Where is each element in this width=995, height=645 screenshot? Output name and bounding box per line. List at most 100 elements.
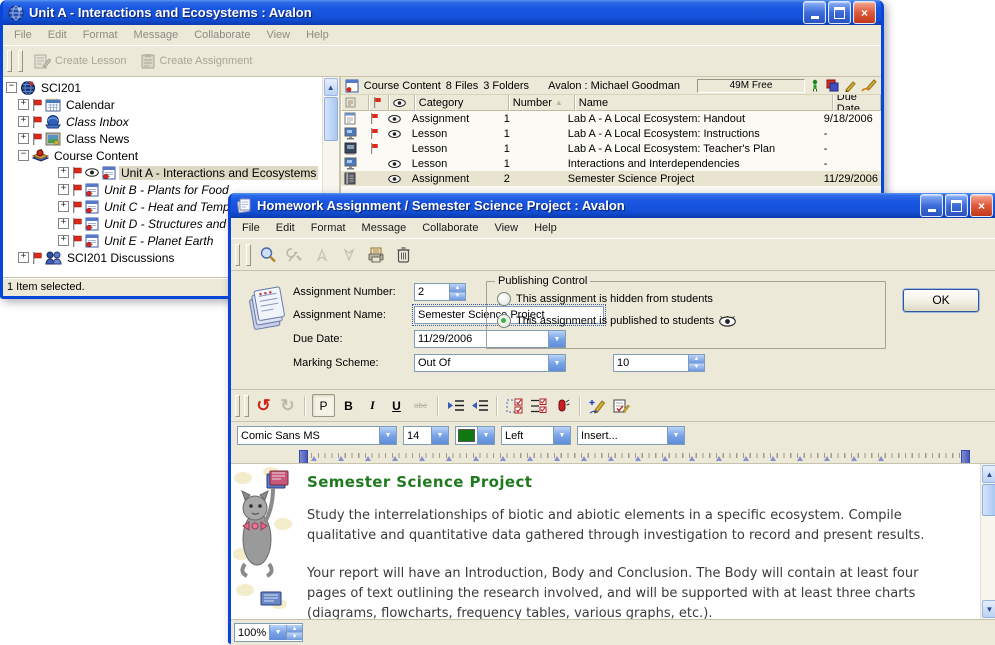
tools-button-disabled[interactable]: [284, 244, 306, 266]
next-button-disabled[interactable]: [338, 244, 360, 266]
signature-pen-icon[interactable]: [861, 79, 877, 92]
radio-hidden[interactable]: [497, 292, 511, 306]
toolbar-drag-handle[interactable]: [18, 50, 23, 72]
expand-icon[interactable]: +: [58, 235, 69, 246]
insert-dropdown[interactable]: Insert... ▼: [577, 426, 685, 445]
maximize-button[interactable]: [828, 1, 851, 24]
print-button[interactable]: [365, 244, 387, 266]
close-button[interactable]: ×: [853, 1, 876, 24]
expand-icon[interactable]: +: [58, 167, 69, 178]
font-family-dropdown[interactable]: Comic Sans MS ▼: [237, 426, 397, 445]
tree-item-calendar[interactable]: + Calendar: [3, 96, 322, 113]
file-row[interactable]: Assignment 1 Lab A - A Local Ecosystem: …: [341, 111, 881, 126]
create-assignment-button[interactable]: Create Assignment: [136, 51, 257, 71]
menu-message[interactable]: Message: [354, 220, 415, 236]
strikethrough-button-disabled[interactable]: abc: [410, 395, 431, 416]
font-color-dropdown[interactable]: ▼: [455, 426, 495, 445]
assignment-number-stepper[interactable]: 2 ▲▼: [414, 283, 466, 301]
search-button[interactable]: [257, 244, 279, 266]
ok-button[interactable]: OK: [903, 289, 979, 312]
column-published[interactable]: [389, 95, 415, 111]
menu-collaborate[interactable]: Collaborate: [414, 220, 486, 236]
menu-edit[interactable]: Edit: [40, 27, 75, 43]
menu-file[interactable]: File: [6, 27, 40, 43]
expand-icon[interactable]: +: [58, 201, 69, 212]
menu-view[interactable]: View: [258, 27, 298, 43]
column-category[interactable]: Category: [415, 95, 509, 111]
menu-view[interactable]: View: [486, 220, 526, 236]
marking-scheme-dropdown[interactable]: Out Of ▼: [414, 354, 566, 372]
expand-icon[interactable]: +: [18, 99, 29, 110]
zoom-stepper[interactable]: ▲▼: [286, 625, 302, 640]
file-row-selected[interactable]: Assignment 2 Semester Science Project 11…: [341, 171, 881, 186]
column-flag[interactable]: [369, 95, 389, 111]
form-edit-button[interactable]: [611, 395, 632, 416]
hidden-option-row[interactable]: This assignment is hidden from students: [497, 292, 713, 306]
column-due-date[interactable]: Due Date: [833, 95, 881, 111]
close-button[interactable]: ×: [970, 194, 993, 217]
column-item-icon[interactable]: [341, 95, 369, 111]
previous-button-disabled[interactable]: [311, 244, 333, 266]
create-lesson-button[interactable]: Create Lesson: [29, 51, 131, 71]
right-margin-marker[interactable]: [961, 450, 970, 464]
menu-help[interactable]: Help: [298, 27, 337, 43]
expand-icon[interactable]: +: [18, 252, 29, 263]
toolbar-drag-handle[interactable]: [235, 395, 240, 417]
chevron-down-icon[interactable]: ▼: [269, 625, 286, 640]
layers-icon[interactable]: [825, 79, 839, 92]
bold-button[interactable]: B: [338, 395, 359, 416]
menu-message[interactable]: Message: [126, 27, 187, 43]
left-margin-marker[interactable]: [299, 450, 308, 464]
tree-item-sci201[interactable]: − SCI201: [3, 79, 322, 96]
chevron-down-icon[interactable]: ▼: [477, 427, 494, 444]
expand-icon[interactable]: +: [18, 116, 29, 127]
redo-button-disabled[interactable]: ↻: [277, 395, 298, 416]
menu-help[interactable]: Help: [526, 220, 565, 236]
indent-decrease-button[interactable]: [469, 395, 490, 416]
toolbar-drag-handle[interactable]: [7, 50, 12, 72]
column-number[interactable]: Number▲: [509, 95, 575, 111]
scrollbar-thumb[interactable]: [324, 97, 338, 141]
toolbar-drag-handle[interactable]: [235, 244, 240, 266]
menu-format[interactable]: Format: [303, 220, 354, 236]
stepper-buttons[interactable]: ▲▼: [449, 284, 465, 300]
document-body[interactable]: Semester Science Project Study the inter…: [307, 472, 956, 620]
scroll-up-icon[interactable]: ▲: [324, 78, 338, 96]
delete-button[interactable]: [392, 244, 414, 266]
alignment-dropdown[interactable]: Left ▼: [501, 426, 571, 445]
menu-collaborate[interactable]: Collaborate: [186, 27, 258, 43]
scrollbar-thumb[interactable]: [982, 484, 995, 516]
menu-file[interactable]: File: [234, 220, 268, 236]
chevron-down-icon[interactable]: ▼: [548, 355, 565, 371]
collapse-icon[interactable]: −: [6, 82, 17, 93]
toolbar-drag-handle[interactable]: [246, 244, 251, 266]
font-size-dropdown[interactable]: 14 ▼: [403, 426, 449, 445]
file-row[interactable]: Lesson 1 Interactions and Interdependenc…: [341, 156, 881, 171]
chevron-down-icon[interactable]: ▼: [379, 427, 396, 444]
undo-button[interactable]: ↺: [253, 395, 274, 416]
chevron-down-icon[interactable]: ▼: [667, 427, 684, 444]
minimize-button[interactable]: [920, 194, 943, 217]
tree-item-class-news[interactable]: + Class News: [3, 130, 322, 147]
scroll-up-icon[interactable]: ▲: [982, 465, 995, 483]
tree-item-unit-a[interactable]: + Unit A - Interactions and Ecosystems: [3, 164, 322, 181]
marking-value-stepper[interactable]: 10 ▲▼: [613, 354, 705, 372]
minimize-button[interactable]: [803, 1, 826, 24]
maximize-button[interactable]: [945, 194, 968, 217]
checklist-button[interactable]: [528, 395, 549, 416]
course-window-titlebar[interactable]: Unit A - Interactions and Ecosystems : A…: [3, 0, 881, 25]
file-row[interactable]: Lesson 1 Lab A - A Local Ecosystem: Inst…: [341, 126, 881, 141]
document-scrollbar[interactable]: ▲ ▼: [980, 464, 995, 619]
underline-button[interactable]: U: [386, 395, 407, 416]
indent-increase-button[interactable]: [445, 395, 466, 416]
expand-icon[interactable]: +: [58, 218, 69, 229]
chevron-down-icon[interactable]: ▼: [431, 427, 448, 444]
tree-item-class-inbox[interactable]: + Class Inbox: [3, 113, 322, 130]
file-row[interactable]: Lesson 1 Lab A - A Local Ecosystem: Teac…: [341, 141, 881, 156]
voice-annotation-button[interactable]: [552, 395, 573, 416]
published-option-row[interactable]: This assignment is published to students: [497, 314, 736, 328]
plain-style-button[interactable]: P: [312, 394, 335, 417]
stepper-buttons[interactable]: ▲▼: [688, 355, 704, 371]
expand-icon[interactable]: +: [18, 133, 29, 144]
add-signature-button[interactable]: [587, 395, 608, 416]
